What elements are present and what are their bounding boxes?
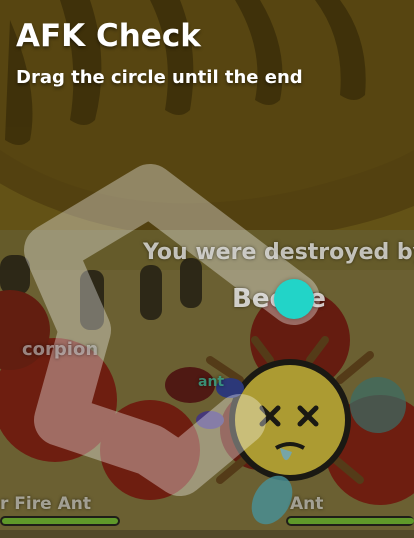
death-message: You were destroyed by <box>143 240 414 265</box>
afk-check-title: AFK Check <box>16 18 201 54</box>
mob-label: Ant <box>290 494 324 514</box>
afk-drag-handle[interactable] <box>274 279 314 319</box>
mob-label: corpion <box>22 339 99 360</box>
mob-label: ant <box>198 374 225 390</box>
mob-label: r Fire Ant <box>0 494 91 514</box>
afk-check-instruction: Drag the circle until the end <box>16 67 303 88</box>
